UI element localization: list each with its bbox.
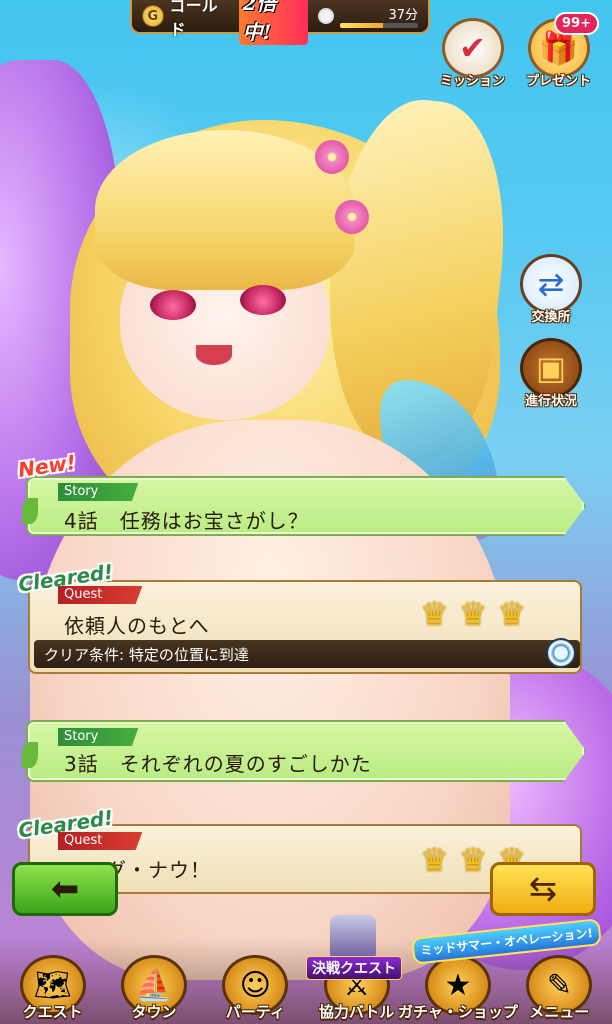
timer-fill [340, 23, 383, 28]
tab-label: パーティ [225, 1003, 285, 1021]
tab-label: ガチャ・ショップ [398, 1003, 518, 1021]
story-title: 4話 任務はお宝さがし？ [64, 509, 309, 533]
crown-icon: ♛ [458, 595, 488, 633]
timer-text: 37分 [388, 8, 418, 23]
story-tag: Story [58, 728, 139, 746]
clear-condition-bar: クリア条件: 特定の位置に到達 [34, 638, 580, 668]
mission-label: ミッション [440, 74, 506, 89]
quest-title: 依頼人のもとへ [64, 614, 210, 638]
character-eye-right [240, 285, 286, 315]
back-button[interactable]: ⬅ [12, 862, 118, 916]
swap-arrows-icon: ⇆ [528, 869, 558, 909]
treasure-chest-icon: ▣ [520, 338, 582, 398]
story-entry[interactable]: Story 3話 それぞれの夏のすごしかた [0, 702, 590, 802]
gold-coin-icon: G [142, 5, 164, 27]
story-tag: Story [58, 483, 139, 501]
progress-button[interactable]: ▣ 進行状況 [520, 338, 582, 409]
exchange-label: 交換所 [531, 310, 571, 325]
character-eye-left [150, 290, 196, 320]
gold-bonus-bar: G ゴールド 2倍中! 37分 [130, 0, 430, 45]
tab-town[interactable]: ⛵ タウン [104, 938, 204, 1022]
character-mouth [196, 345, 232, 365]
tab-label: クエスト [22, 1003, 83, 1021]
exchange-arrows-icon: ⇄ [520, 254, 582, 314]
leaf-icon [22, 498, 38, 524]
magnifier-icon[interactable] [546, 638, 576, 668]
tab-label: タウン [131, 1003, 177, 1021]
clock-icon [318, 8, 334, 24]
story-title: 3話 それぞれの夏のすごしかた [64, 752, 372, 776]
battle-event-banner[interactable]: 決戦クエスト [306, 956, 402, 980]
quest-tag: Quest [58, 832, 143, 850]
mission-clipboard-icon: ✔ [441, 18, 504, 78]
exchange-button[interactable]: ⇄ 交換所 [520, 254, 582, 325]
story-entry[interactable]: New! Story 4話 任務はお宝さがし？ [0, 450, 590, 550]
bonus-label: 2倍中! [238, 0, 309, 45]
hair-flower [315, 140, 349, 174]
battle-event-character [330, 915, 376, 961]
bonus-timer: 37分 [340, 4, 418, 28]
timer-bar [340, 23, 418, 28]
tab-label: メニュー [529, 1003, 590, 1021]
progress-label: 進行状況 [524, 394, 577, 409]
quest-tag: Quest [58, 586, 143, 604]
present-button[interactable]: 🎁 99+ プレゼント [526, 12, 600, 89]
hair-flower [335, 200, 369, 234]
left-arrow-icon: ⬅ [50, 869, 80, 909]
crown-icon: ♛ [420, 595, 449, 633]
switch-button[interactable]: ⇆ [490, 862, 596, 916]
present-count-badge: 99+ [554, 12, 600, 35]
present-label: プレゼント [526, 74, 592, 89]
crown-icon: ♛ [420, 841, 449, 879]
gold-label: ゴールド [169, 0, 218, 39]
crown-rating: ♛ ♛ ♛ [420, 598, 526, 630]
tab-quest[interactable]: 🗺 クエスト [3, 938, 103, 1022]
mission-button[interactable]: ✔ ミッション [440, 18, 505, 89]
crown-icon: ♛ [458, 841, 488, 879]
tab-label: 協力バトル [318, 1003, 395, 1021]
quest-entry[interactable]: Cleared! Quest 依頼人のもとへ ♛ ♛ ♛ クリア条件: 特定の位… [0, 559, 590, 680]
tab-party[interactable]: ☺ パーティ [205, 938, 305, 1022]
clear-condition-text: クリア条件: 特定の位置に到達 [44, 645, 249, 664]
crown-icon: ♛ [497, 595, 527, 633]
leaf-icon [22, 742, 38, 768]
